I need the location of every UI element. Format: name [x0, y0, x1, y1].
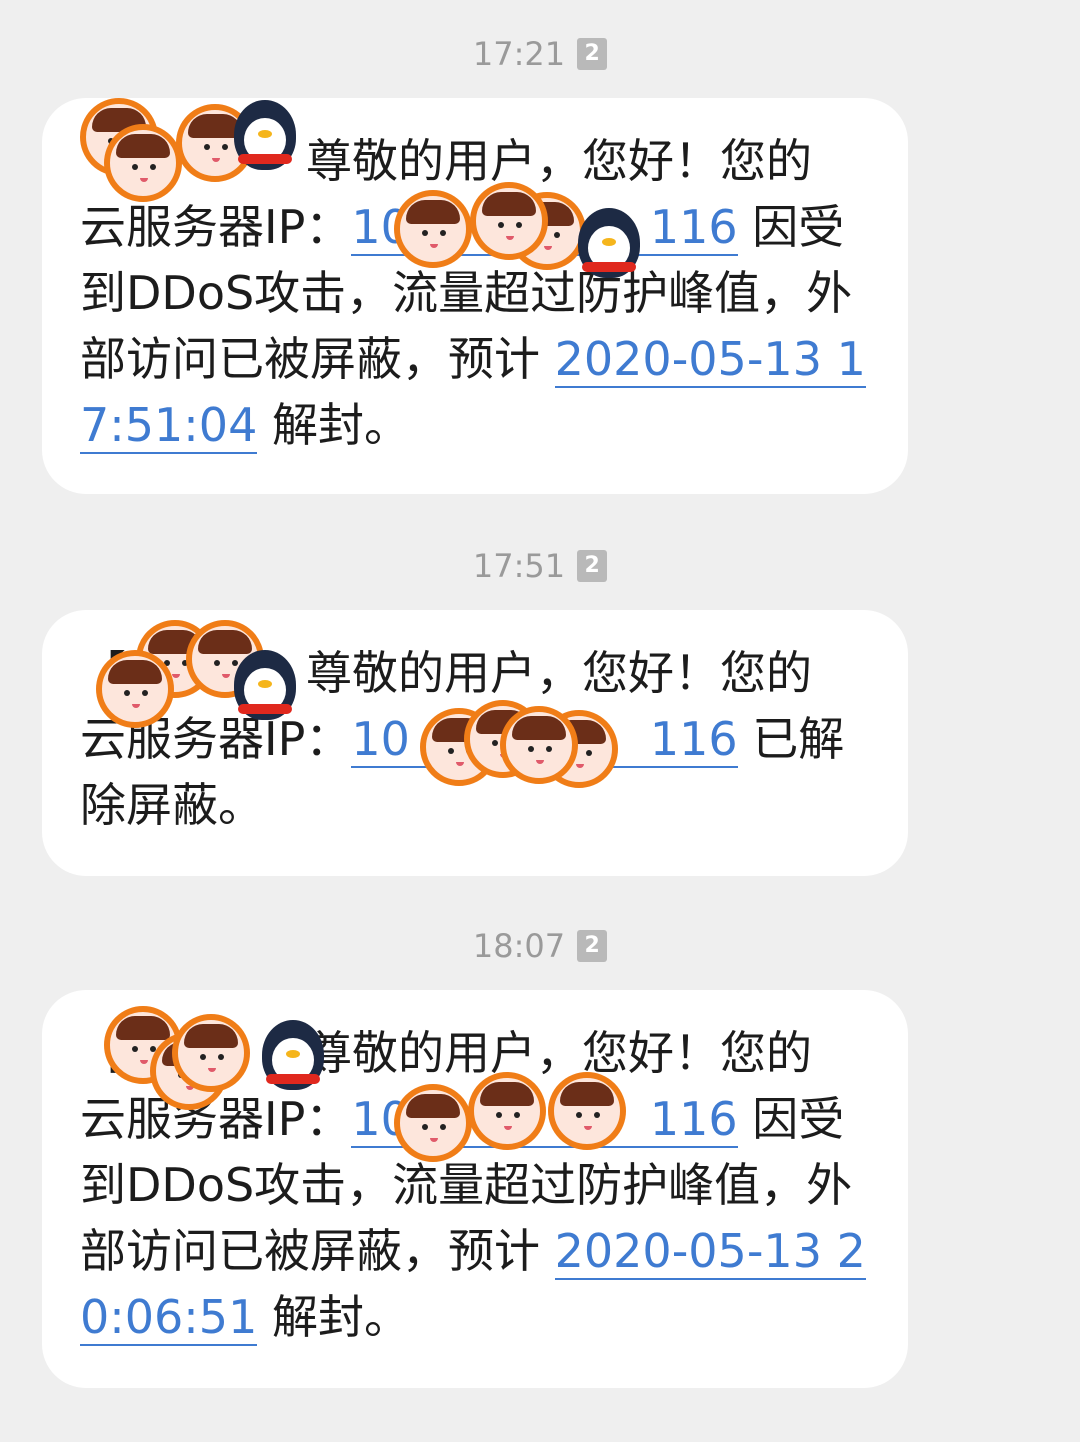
suffix-text: 解封。 [271, 398, 410, 452]
ip-label: 云服务器IP： [80, 1092, 352, 1146]
avatar-sticker-icon [104, 124, 182, 202]
avatar-sticker-icon [172, 1014, 250, 1092]
penguin-sticker-icon [234, 100, 296, 170]
suffix-text: 解封。 [271, 1290, 410, 1344]
avatar-sticker-icon [394, 190, 472, 268]
timestamp-text: 18:07 [472, 927, 566, 965]
greeting-text: 尊敬的用户，您好！您的 [306, 134, 812, 188]
avatar-sticker-icon [470, 182, 548, 260]
sim-2-icon: 2 [577, 930, 608, 962]
sim-2-icon: 2 [577, 550, 608, 582]
avatar-sticker-icon [394, 1084, 472, 1162]
sim-2-icon: 2 [577, 38, 608, 70]
timestamp-text: 17:51 [472, 547, 566, 585]
greeting-text: 尊敬的用户，您好！您的 [306, 646, 812, 700]
ip-label: 云服务器IP： [80, 200, 352, 254]
avatar-sticker-icon [548, 1072, 626, 1150]
penguin-sticker-icon [262, 1020, 324, 1090]
avatar-sticker-icon [468, 1072, 546, 1150]
avatar-sticker-icon [96, 650, 174, 728]
penguin-sticker-icon [578, 208, 640, 278]
timestamp: 17:21 2 [0, 32, 1080, 76]
timestamp-text: 17:21 [472, 35, 566, 73]
timestamp: 18:07 2 [0, 924, 1080, 968]
greeting-text: 尊敬的用户，您好！您的 [306, 1026, 812, 1080]
penguin-sticker-icon [234, 650, 296, 720]
avatar-sticker-icon [500, 706, 578, 784]
timestamp: 17:51 2 [0, 544, 1080, 588]
